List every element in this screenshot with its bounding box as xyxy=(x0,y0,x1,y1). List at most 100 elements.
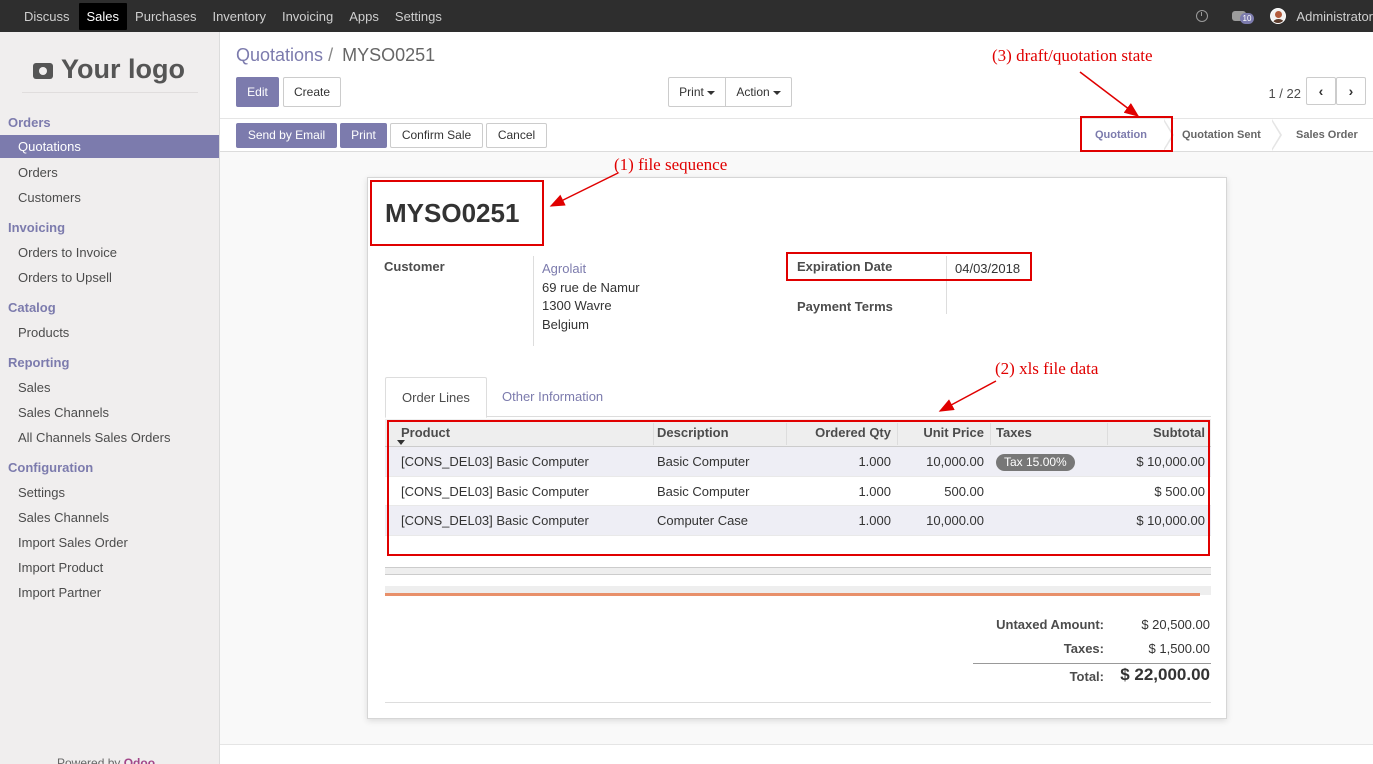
tab-order-lines[interactable]: Order Lines xyxy=(385,377,487,418)
col-unit-price[interactable]: Unit Price xyxy=(897,419,990,447)
action-dropdown[interactable]: Action xyxy=(725,77,792,107)
breadcrumb-quotations[interactable]: Quotations xyxy=(236,45,323,65)
camera-icon xyxy=(33,62,53,79)
sidebar-item-all-channels-sales-orders[interactable]: All Channels Sales Orders xyxy=(0,425,219,450)
expiration-date-value: 04/03/2018 xyxy=(955,261,1021,276)
sidebar-item-settings[interactable]: Settings xyxy=(0,480,219,505)
company-logo[interactable]: Your logo xyxy=(33,54,185,85)
odoo-link[interactable]: Odoo xyxy=(124,756,155,764)
annotation-state: (3) draft/quotation state xyxy=(992,46,1153,65)
table-row[interactable]: [CONS_DEL03] Basic Computer Computer Cas… xyxy=(385,506,1211,536)
sidebar-item-customers[interactable]: Customers xyxy=(0,185,219,210)
col-subtotal[interactable]: Subtotal xyxy=(1107,419,1211,447)
create-button[interactable]: Create xyxy=(283,77,341,107)
pager-previous-button[interactable]: ‹ xyxy=(1306,77,1336,105)
sidebar: Your logo Orders Quotations Orders Custo… xyxy=(0,32,220,764)
sidebar-item-import-product[interactable]: Import Product xyxy=(0,555,219,580)
cell-taxes xyxy=(990,506,1002,535)
address-line-1: 69 rue de Namur xyxy=(542,280,640,295)
annotation-xls-data: (2) xls file data xyxy=(995,359,1099,378)
order-lines-table: Product Description Ordered Qty Unit Pri… xyxy=(385,419,1211,536)
sidebar-item-sales[interactable]: Sales xyxy=(0,375,219,400)
customer-link[interactable]: Agrolait xyxy=(542,261,586,276)
cell-taxes: Tax 15.00% xyxy=(990,447,1081,476)
status-quotation[interactable]: Quotation xyxy=(1095,119,1147,152)
cell-product: [CONS_DEL03] Basic Computer xyxy=(401,483,589,499)
control-panel: Quotations / MYSO0251 Edit Create Print … xyxy=(220,32,1373,152)
annotation-file-sequence: (1) file sequence xyxy=(614,155,728,174)
menu-inventory[interactable]: Inventory xyxy=(204,3,273,30)
sidebar-item-config-sales-channels[interactable]: Sales Channels xyxy=(0,505,219,530)
total-value: $ 22,000.00 xyxy=(1120,665,1210,684)
table-footer xyxy=(385,567,1211,575)
tab-other-information[interactable]: Other Information xyxy=(486,377,619,417)
col-product[interactable]: Product xyxy=(395,419,456,447)
top-navbar: Discuss Sales Purchases Inventory Invoic… xyxy=(0,0,1373,32)
messages-button[interactable]: 10 xyxy=(1231,11,1261,24)
user-avatar[interactable] xyxy=(1270,8,1287,24)
sidebar-item-orders-to-upsell[interactable]: Orders to Upsell xyxy=(0,265,219,290)
edit-button[interactable]: Edit xyxy=(236,77,279,107)
untaxed-amount-label: Untaxed Amount: xyxy=(996,617,1104,632)
menu-invoicing[interactable]: Invoicing xyxy=(274,3,341,30)
table-row[interactable]: [CONS_DEL03] Basic Computer Basic Comput… xyxy=(385,447,1211,477)
untaxed-amount-value: $ 20,500.00 xyxy=(1141,617,1210,632)
sidebar-item-sales-channels[interactable]: Sales Channels xyxy=(0,400,219,425)
payment-terms-label: Payment Terms xyxy=(797,299,893,314)
cell-taxes xyxy=(990,477,1002,506)
col-taxes[interactable]: Taxes xyxy=(990,419,1038,447)
pager-next-button[interactable]: › xyxy=(1336,77,1366,105)
notebook-tabs: Order Lines Other Information xyxy=(385,377,1211,418)
form-view: MYSO0251 Customer Agrolait 69 rue de Nam… xyxy=(220,152,1373,744)
order-reference: MYSO0251 xyxy=(385,198,520,228)
cell-qty: 1.000 xyxy=(858,454,891,469)
menu-purchases[interactable]: Purchases xyxy=(127,3,204,30)
customer-label: Customer xyxy=(384,259,445,274)
cell-qty: 1.000 xyxy=(858,513,891,528)
sidebar-item-orders-to-invoice[interactable]: Orders to Invoice xyxy=(0,240,219,265)
table-row[interactable]: [CONS_DEL03] Basic Computer Basic Comput… xyxy=(385,477,1211,506)
sidebar-item-import-sales-order[interactable]: Import Sales Order xyxy=(0,530,219,555)
menu-apps[interactable]: Apps xyxy=(341,3,387,30)
field-divider xyxy=(946,256,947,314)
status-bar: Send by Email Print Confirm Sale Cancel … xyxy=(220,118,1373,151)
taxes-value: $ 1,500.00 xyxy=(1148,641,1210,656)
menu-discuss[interactable]: Discuss xyxy=(16,3,78,30)
tax-badge: Tax 15.00% xyxy=(996,454,1075,471)
status-quotation-sent[interactable]: Quotation Sent xyxy=(1182,119,1261,152)
print-button[interactable]: Print xyxy=(340,123,387,148)
cell-subtotal: $ 10,000.00 xyxy=(1136,454,1205,469)
print-dropdown[interactable]: Print xyxy=(668,77,726,107)
logo-text: Your logo xyxy=(61,54,185,84)
col-ordered-qty[interactable]: Ordered Qty xyxy=(786,419,897,447)
col-description[interactable]: Description xyxy=(651,419,735,447)
sidebar-item-orders[interactable]: Orders xyxy=(0,160,219,185)
sidebar-item-products[interactable]: Products xyxy=(0,320,219,345)
send-by-email-button[interactable]: Send by Email xyxy=(236,123,337,148)
cell-subtotal: $ 10,000.00 xyxy=(1136,513,1205,528)
confirm-sale-button[interactable]: Confirm Sale xyxy=(390,123,483,148)
powered-by: Powered by Odoo xyxy=(57,756,155,764)
action-dropdown-label: Action xyxy=(736,85,770,99)
status-sales-order[interactable]: Sales Order xyxy=(1296,119,1358,152)
main-area: Quotations / MYSO0251 Edit Create Print … xyxy=(220,32,1373,764)
chevron-down-icon xyxy=(706,90,715,95)
sidebar-item-quotations[interactable]: Quotations xyxy=(0,135,219,158)
sidebar-nav: Orders Quotations Orders Customers Invoi… xyxy=(0,110,219,605)
cell-description: Basic Computer xyxy=(657,454,750,469)
menu-settings[interactable]: Settings xyxy=(387,3,450,30)
sidebar-item-import-partner[interactable]: Import Partner xyxy=(0,580,219,605)
message-count-badge: 10 xyxy=(1239,12,1255,24)
cancel-button[interactable]: Cancel xyxy=(486,123,547,148)
sheet-bottom-divider xyxy=(385,702,1211,703)
sidebar-section-catalog: Catalog xyxy=(8,300,56,315)
activity-clock-icon[interactable] xyxy=(1195,10,1208,22)
address-line-2: 1300 Wavre xyxy=(542,298,612,313)
pager-value[interactable]: 1 / 22 xyxy=(1268,86,1301,101)
field-divider xyxy=(533,256,534,346)
sidebar-section-invoicing: Invoicing xyxy=(8,220,66,235)
user-menu[interactable]: Administrator xyxy=(1296,9,1373,24)
menu-sales[interactable]: Sales xyxy=(78,2,128,30)
cell-price: 10,000.00 xyxy=(926,454,984,469)
cell-subtotal: $ 500.00 xyxy=(1154,483,1205,499)
